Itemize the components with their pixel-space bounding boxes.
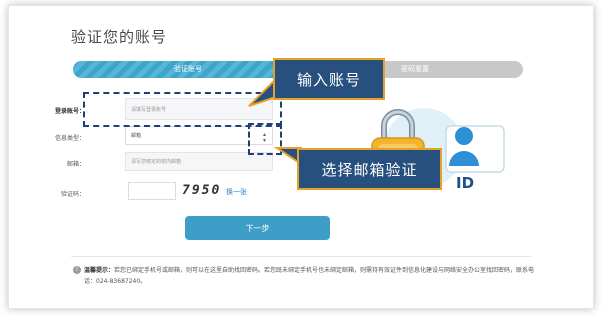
tip-text: 若您已绑定手机号或邮箱，则可以在这里自助找回密码。若您既未绑定手机号也未绑定邮箱… bbox=[84, 267, 535, 285]
refresh-captcha-link[interactable]: 换一张 bbox=[226, 187, 247, 197]
callout-email: 选择邮箱验证 bbox=[297, 148, 442, 190]
info-type-label: 信息类型： bbox=[54, 135, 85, 142]
captcha-input[interactable] bbox=[128, 182, 176, 200]
callout-account: 输入账号 bbox=[273, 58, 385, 100]
step-1-label: 验证账号 bbox=[174, 65, 202, 73]
email-label: 邮箱： bbox=[66, 161, 85, 168]
info-icon: ! bbox=[73, 266, 81, 274]
step-2-label: 密码重置 bbox=[401, 65, 429, 73]
account-label: 登录账号： bbox=[54, 108, 85, 115]
captcha-label: 验证码： bbox=[60, 191, 85, 198]
email-placeholder: 请写您绑定的校内邮箱 bbox=[131, 159, 182, 165]
tip-title: 温馨提示： bbox=[84, 267, 115, 274]
divider bbox=[71, 256, 531, 257]
id-label: ID bbox=[456, 174, 474, 192]
next-button[interactable]: 下一步 bbox=[185, 216, 330, 240]
page-title: 验证您的账号 bbox=[71, 28, 168, 46]
page-frame: 验证您的账号 验证账号 密码重置 登录账号： 请填写登录账号 信息类型： 邮箱 … bbox=[8, 5, 594, 309]
captcha-image: 7950 bbox=[182, 183, 222, 198]
info-type-value: 邮箱 bbox=[131, 133, 142, 139]
